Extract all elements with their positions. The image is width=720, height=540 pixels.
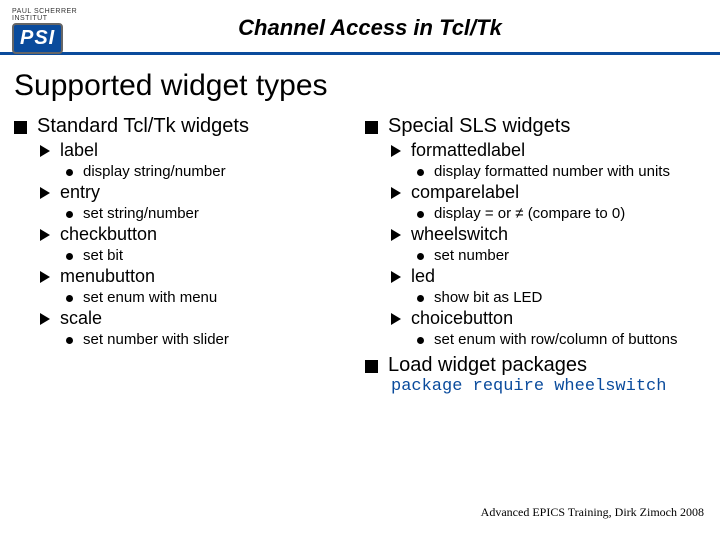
page-title: Supported widget types	[0, 63, 720, 113]
widget-desc-text: set string/number	[83, 205, 199, 222]
widget-desc: set bit	[66, 247, 355, 264]
dot-bullet-icon	[66, 253, 73, 260]
square-bullet-icon	[14, 121, 27, 134]
triangle-bullet-icon	[391, 187, 401, 199]
widget-desc-text: set number	[434, 247, 509, 264]
widget-item: choicebutton	[391, 308, 706, 329]
widget-item: comparelabel	[391, 182, 706, 203]
triangle-bullet-icon	[40, 145, 50, 157]
triangle-bullet-icon	[391, 145, 401, 157]
widget-desc: display string/number	[66, 163, 355, 180]
widget-desc-text: set number with slider	[83, 331, 229, 348]
widget-name: choicebutton	[411, 308, 513, 329]
widget-name: entry	[60, 182, 100, 203]
square-bullet-icon	[365, 121, 378, 134]
dot-bullet-icon	[417, 337, 424, 344]
dot-bullet-icon	[417, 295, 424, 302]
triangle-bullet-icon	[40, 271, 50, 283]
widget-desc-text: display = or ≠ (compare to 0)	[434, 205, 625, 222]
widget-item: menubutton	[40, 266, 355, 287]
widget-name: menubutton	[60, 266, 155, 287]
triangle-bullet-icon	[391, 271, 401, 283]
widget-desc-text: set enum with row/column of buttons	[434, 331, 677, 348]
dot-bullet-icon	[417, 169, 424, 176]
slide-title: Channel Access in Tcl/Tk	[120, 15, 708, 41]
right-heading2-text: Load widget packages	[388, 354, 587, 377]
dot-bullet-icon	[417, 253, 424, 260]
footer: Advanced EPICS Training, Dirk Zimoch 200…	[481, 505, 704, 520]
widget-item: label	[40, 140, 355, 161]
widget-item: wheelswitch	[391, 224, 706, 245]
right-heading2: Load widget packages	[365, 354, 706, 377]
widget-name: led	[411, 266, 435, 287]
right-column: Special SLS widgets formattedlabel displ…	[365, 113, 706, 396]
widget-name: label	[60, 140, 98, 161]
widget-desc: set enum with row/column of buttons	[417, 331, 706, 348]
triangle-bullet-icon	[40, 229, 50, 241]
left-column: Standard Tcl/Tk widgets label display st…	[14, 113, 355, 396]
widget-desc: display formatted number with units	[417, 163, 706, 180]
triangle-bullet-icon	[40, 313, 50, 325]
right-heading: Special SLS widgets	[365, 115, 706, 138]
triangle-bullet-icon	[391, 229, 401, 241]
dot-bullet-icon	[66, 211, 73, 218]
widget-name: comparelabel	[411, 182, 519, 203]
triangle-bullet-icon	[40, 187, 50, 199]
widget-desc: set number	[417, 247, 706, 264]
dot-bullet-icon	[66, 169, 73, 176]
widget-desc-text: display string/number	[83, 163, 226, 180]
header: PAUL SCHERRER INSTITUT PSI Channel Acces…	[0, 0, 720, 52]
widget-name: formattedlabel	[411, 140, 525, 161]
widget-item: formattedlabel	[391, 140, 706, 161]
widget-desc-text: display formatted number with units	[434, 163, 670, 180]
widget-desc: set enum with menu	[66, 289, 355, 306]
square-bullet-icon	[365, 360, 378, 373]
logo-text: PSI	[20, 27, 55, 49]
widget-item: scale	[40, 308, 355, 329]
widget-desc-text: set bit	[83, 247, 123, 264]
right-heading-text: Special SLS widgets	[388, 115, 570, 138]
widget-desc: set number with slider	[66, 331, 355, 348]
logo-box: PSI	[12, 23, 63, 54]
widget-item: checkbutton	[40, 224, 355, 245]
left-heading-text: Standard Tcl/Tk widgets	[37, 115, 249, 138]
widget-desc-text: set enum with menu	[83, 289, 217, 306]
widget-desc: set string/number	[66, 205, 355, 222]
logo-topline: PAUL SCHERRER INSTITUT	[12, 8, 100, 22]
dot-bullet-icon	[66, 337, 73, 344]
widget-desc: display = or ≠ (compare to 0)	[417, 205, 706, 222]
widget-name: wheelswitch	[411, 224, 508, 245]
widget-desc-text: show bit as LED	[434, 289, 542, 306]
widget-item: led	[391, 266, 706, 287]
dot-bullet-icon	[417, 211, 424, 218]
dot-bullet-icon	[66, 295, 73, 302]
psi-logo: PAUL SCHERRER INSTITUT PSI	[12, 8, 100, 48]
left-heading: Standard Tcl/Tk widgets	[14, 115, 355, 138]
divider	[0, 52, 720, 55]
widget-name: checkbutton	[60, 224, 157, 245]
content-columns: Standard Tcl/Tk widgets label display st…	[0, 113, 720, 396]
widget-name: scale	[60, 308, 102, 329]
code-line: package require wheelswitch	[391, 377, 706, 396]
widget-item: entry	[40, 182, 355, 203]
widget-desc: show bit as LED	[417, 289, 706, 306]
triangle-bullet-icon	[391, 313, 401, 325]
